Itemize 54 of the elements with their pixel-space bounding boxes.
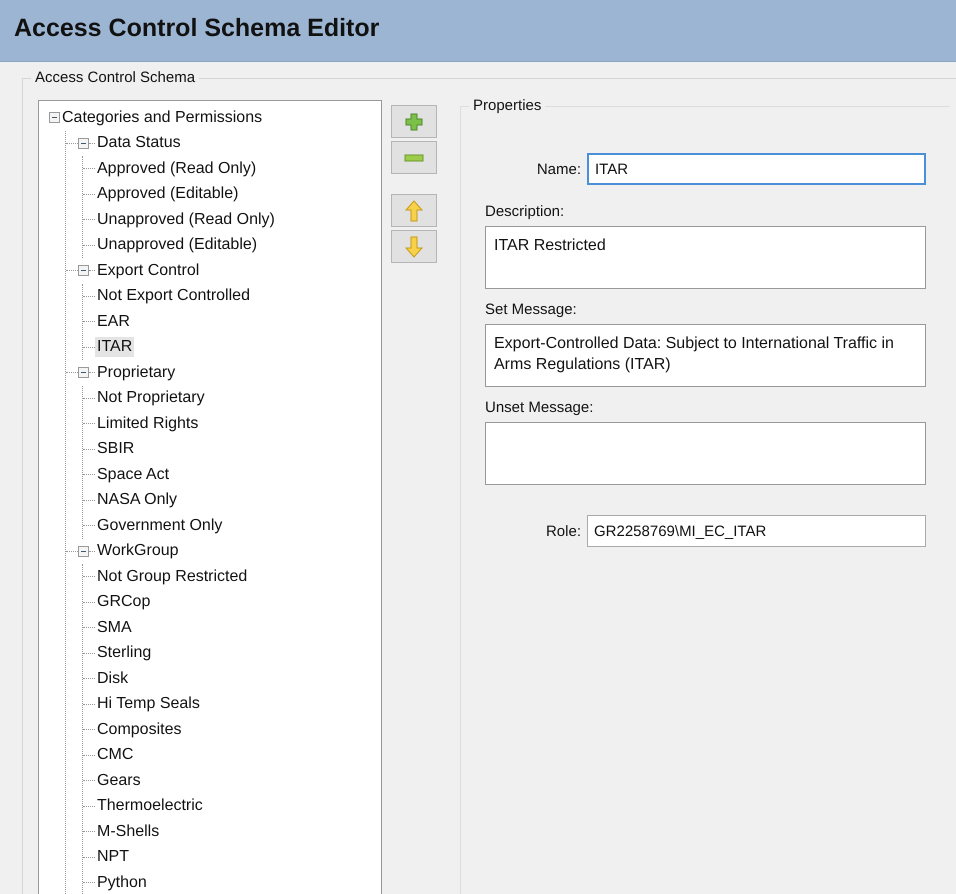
text-area[interactable]: ITAR Restricted [485,226,926,289]
tree-item[interactable]: Unapproved (Read Only) [95,210,277,230]
tree-item[interactable]: EAR [95,312,132,332]
collapse-icon[interactable] [78,138,89,149]
text-field[interactable]: ITAR [587,153,926,185]
tree-item[interactable]: SMA [95,618,134,638]
text-area[interactable] [485,422,926,485]
up-arrow-icon [405,200,423,222]
tree-item[interactable]: Approved (Read Only) [95,158,258,179]
tree-item[interactable]: CMC [95,745,136,766]
text-area[interactable]: Export-Controlled Data: Subject to International Traffic in Arms Regulations (ITAR) [485,324,926,387]
tree-item[interactable]: Approved (Editable) [95,184,240,204]
tree-item[interactable]: Python [95,872,149,893]
tree-item[interactable]: Thermoelectric [95,796,205,816]
tree-item[interactable]: Space Act [95,464,172,485]
tree-item[interactable]: Disk [95,668,130,689]
window-title: Access Control Schema Editor [14,14,380,43]
plus-icon [404,112,424,132]
tree-item[interactable]: Sterling [95,643,154,664]
add-button[interactable] [391,105,437,138]
tree-item[interactable]: Export Control [95,260,202,281]
tree-item[interactable]: GRCop [95,592,152,612]
down-arrow-icon [405,236,423,258]
tree-item[interactable]: NASA Only [95,490,180,510]
tree-item[interactable]: Limited Rights [95,414,200,434]
tree-item[interactable]: Not Group Restricted [95,566,250,587]
remove-button[interactable] [391,141,437,174]
tree-item[interactable]: ITAR [95,337,134,358]
text-field[interactable]: GR2258769\MI_EC_ITAR [587,515,926,547]
tree-item[interactable]: Hi Temp Seals [95,694,202,714]
field-label: Description: [485,203,566,220]
tree-item[interactable]: Government Only [95,516,224,536]
tree-item[interactable]: Proprietary [95,362,178,383]
collapse-icon[interactable] [78,265,89,276]
tree-item[interactable]: NPT [95,847,131,868]
tree-item[interactable]: Unapproved (Editable) [95,235,260,256]
collapse-icon[interactable] [49,112,60,124]
tree-item[interactable]: Not Export Controlled [95,286,252,306]
field-label: Unset Message: [485,399,594,416]
tree-item[interactable]: Not Proprietary [95,388,207,408]
tree-item[interactable]: WorkGroup [95,541,181,562]
tree-item[interactable]: SBIR [95,439,136,460]
group-title: Properties [469,97,546,114]
tree-item[interactable]: Data Status [95,133,183,154]
field-label: Set Message: [485,301,578,318]
tree-item[interactable]: Gears [95,770,143,791]
field-label: Name: [536,160,581,178]
field-label: Role: [546,522,581,540]
minus-icon [404,154,424,162]
tree-item[interactable]: M-Shells [95,822,162,842]
collapse-icon[interactable] [78,546,89,557]
tree-item[interactable]: Composites [95,720,184,740]
tree-item[interactable]: Categories and Permissions [60,108,264,128]
collapse-icon[interactable] [78,367,89,378]
